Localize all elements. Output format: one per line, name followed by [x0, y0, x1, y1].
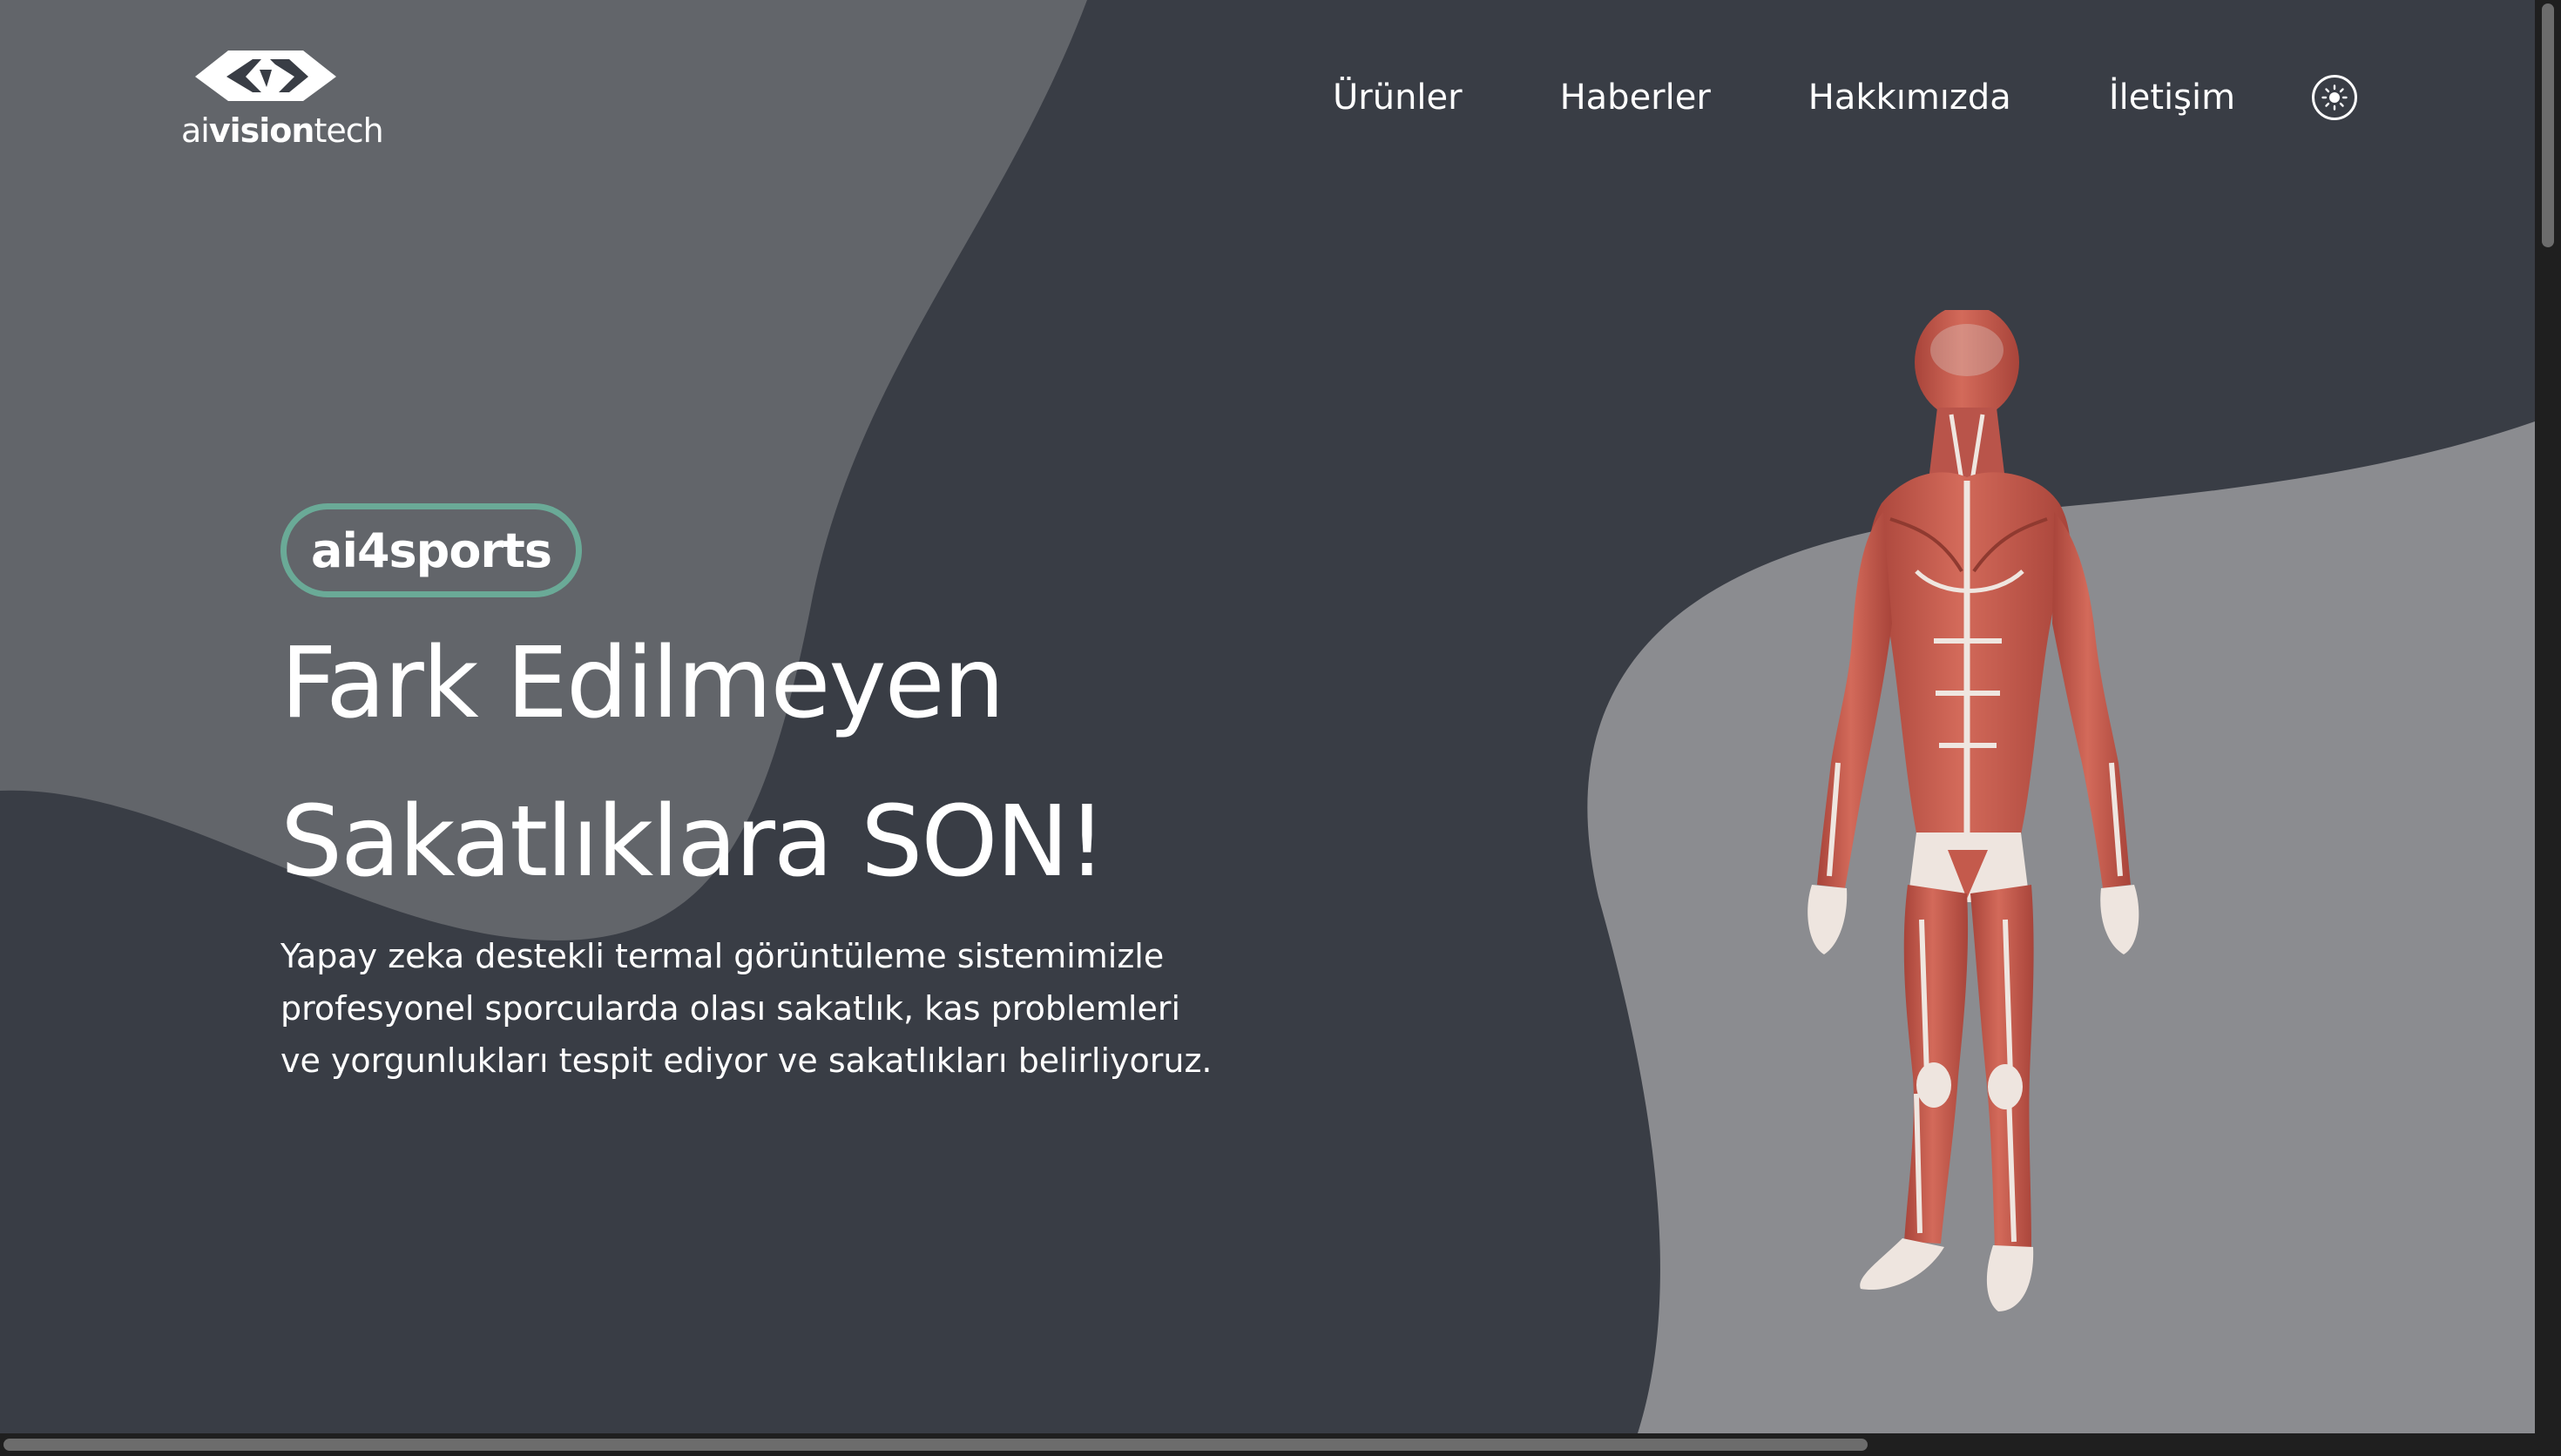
hero-description-line-2: profesyonel sporcularda olası sakatlık, …: [280, 989, 1181, 1028]
vertical-scrollbar[interactable]: [2535, 0, 2561, 1433]
main-navigation: Ürünler Haberler Hakkımızda İletişim: [1333, 75, 2333, 120]
vertical-scrollbar-thumb[interactable]: [2542, 3, 2554, 247]
hero-headline-line-2: Sakatlıklara SON!: [280, 785, 1106, 899]
page-viewport: aivisiontech Ürünler Haberler Hakkımızda…: [0, 0, 2535, 1433]
nav-link-urunler[interactable]: Ürünler: [1333, 75, 1463, 120]
hero-description: Yapay zeka destekli termal görüntüleme s…: [280, 930, 1308, 1087]
hero-headline-line-1: Fark Edilmeyen: [280, 627, 1005, 740]
nav-link-haberler[interactable]: Haberler: [1560, 75, 1711, 120]
hero-description-line-3: ve yorgunlukları tespit ediyor ve sakatl…: [280, 1041, 1213, 1080]
nav-link-iletisim[interactable]: İletişim: [2109, 75, 2235, 120]
aivisiontech-logo[interactable]: aivisiontech: [179, 44, 384, 157]
human-muscle-anatomy-figure: [1808, 310, 2139, 1311]
hero-description-line-1: Yapay zeka destekli termal görüntüleme s…: [280, 937, 1165, 975]
logo-mark-icon: [195, 51, 336, 101]
horizontal-scrollbar-thumb[interactable]: [3, 1439, 1868, 1451]
horizontal-scrollbar[interactable]: [0, 1433, 2561, 1456]
nav-link-hakkimizda[interactable]: Hakkımızda: [1808, 75, 2011, 120]
ai4sports-badge: ai4sports: [280, 503, 583, 597]
logo-wordmark: aivisiontech: [181, 111, 384, 150]
hero-headline: Fark Edilmeyen Sakatlıklara SON!: [280, 604, 1326, 921]
theme-toggle-button[interactable]: [2312, 75, 2357, 120]
sun-icon: [2321, 84, 2348, 111]
